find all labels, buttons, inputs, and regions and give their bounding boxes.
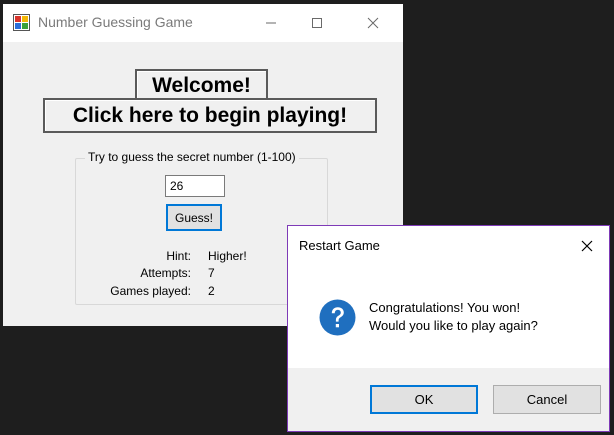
begin-playing-label[interactable]: Click here to begin playing! (43, 98, 377, 133)
minimize-icon (266, 22, 276, 24)
attempts-label: Attempts: (140, 266, 191, 280)
dialog-message-line2: Would you like to play again? (369, 318, 538, 333)
guess-input[interactable]: 26 (165, 175, 225, 197)
close-button[interactable] (350, 4, 396, 42)
window-title: Number Guessing Game (38, 14, 193, 30)
ok-button[interactable]: OK (370, 385, 478, 414)
groupbox-title: Try to guess the secret number (1-100) (85, 150, 299, 164)
maximize-button[interactable] (294, 4, 340, 42)
question-icon (319, 299, 356, 336)
app-icon (13, 14, 30, 31)
restart-dialog: Restart Game Congratulations! You won! W… (287, 225, 610, 432)
dialog-message-line1: Congratulations! You won! (369, 300, 521, 315)
close-icon (367, 17, 379, 29)
attempts-value: 7 (208, 266, 215, 280)
close-icon (581, 240, 593, 252)
games-played-label: Games played: (110, 284, 191, 298)
guess-button[interactable]: Guess! (166, 204, 222, 231)
dialog-title: Restart Game (299, 238, 380, 253)
title-bar[interactable]: Number Guessing Game (3, 4, 403, 42)
games-played-value: 2 (208, 284, 215, 298)
dialog-close-button[interactable] (575, 234, 599, 258)
hint-value: Higher! (208, 249, 247, 263)
minimize-button[interactable] (248, 4, 294, 42)
maximize-icon (312, 18, 322, 28)
cancel-button[interactable]: Cancel (493, 385, 601, 414)
hint-label: Hint: (166, 249, 191, 263)
